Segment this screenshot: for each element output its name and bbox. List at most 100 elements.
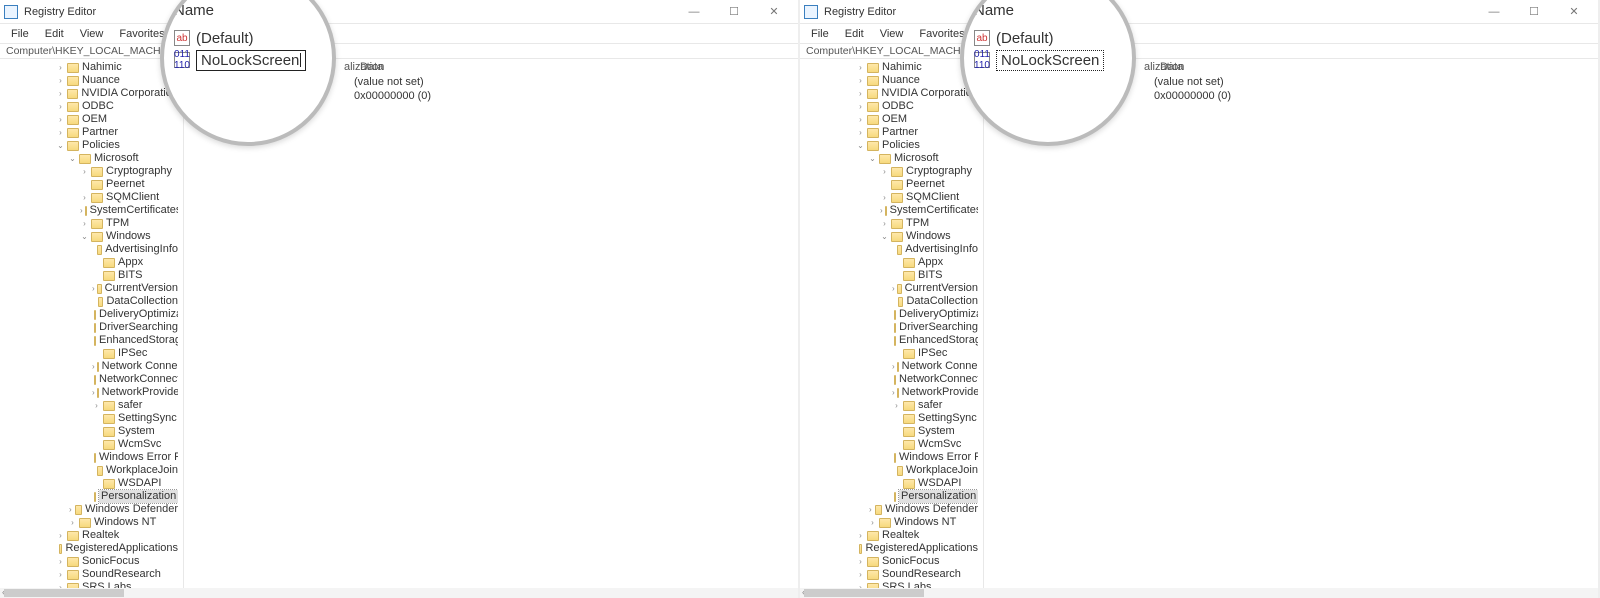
tree-node[interactable]: SettingSync <box>800 412 978 425</box>
registry-tree[interactable]: NahimicNuanceNVIDIA CorporationODBCOEMPa… <box>800 59 978 588</box>
tree-node[interactable]: Realtek <box>800 529 978 542</box>
minimize-button[interactable]: — <box>674 1 714 23</box>
tree-node[interactable]: WorkplaceJoin <box>0 464 178 477</box>
menu-edit[interactable]: Edit <box>38 27 71 41</box>
menu-file[interactable]: File <box>4 27 36 41</box>
tree-node[interactable]: Windows Error Repo <box>800 451 978 464</box>
chevron-right-icon[interactable] <box>880 206 883 215</box>
chevron-right-icon[interactable] <box>856 76 865 85</box>
chevron-right-icon[interactable] <box>856 102 865 111</box>
chevron-right-icon[interactable] <box>856 531 865 540</box>
tree-node[interactable]: OEM <box>800 113 978 126</box>
chevron-right-icon[interactable] <box>880 193 889 202</box>
tree-node[interactable]: Windows <box>800 230 978 243</box>
chevron-down-icon[interactable] <box>68 154 77 163</box>
tree-node[interactable]: SonicFocus <box>0 555 178 568</box>
tree-node[interactable]: Peernet <box>800 178 978 191</box>
chevron-right-icon[interactable] <box>92 284 95 293</box>
tree-node[interactable]: Policies <box>800 139 978 152</box>
path-bar[interactable]: Computer\HKEY_LOCAL_MACHINE\SOFTW <box>0 43 798 59</box>
tree-node[interactable]: SystemCertificates <box>0 204 178 217</box>
chevron-right-icon[interactable] <box>856 89 865 98</box>
tree-node[interactable]: Microsoft <box>800 152 978 165</box>
tree-node[interactable]: Partner <box>0 126 178 139</box>
tree-node[interactable]: Partner <box>800 126 978 139</box>
tree-node[interactable]: NVIDIA Corporation <box>800 87 978 100</box>
tree-node[interactable]: Cryptography <box>0 165 178 178</box>
tree-node[interactable]: NetworkConnectivit <box>800 373 978 386</box>
tree-node[interactable]: safer <box>0 399 178 412</box>
tree-node[interactable]: Windows NT <box>800 516 978 529</box>
tree-node[interactable]: SoundResearch <box>800 568 978 581</box>
chevron-right-icon[interactable] <box>92 362 95 371</box>
chevron-right-icon[interactable] <box>56 570 65 579</box>
tree-node[interactable]: IPSec <box>800 347 978 360</box>
tree-node[interactable]: SQMClient <box>0 191 178 204</box>
tree-node[interactable]: System <box>800 425 978 438</box>
chevron-right-icon[interactable] <box>68 518 77 527</box>
tree-node[interactable]: Nahimic <box>800 61 978 74</box>
tree-node[interactable]: Nahimic <box>0 61 178 74</box>
chevron-right-icon[interactable] <box>92 401 101 410</box>
menu-view[interactable]: View <box>873 27 911 41</box>
tree-node[interactable]: EnhancedStorageDe <box>0 334 178 347</box>
tree-node[interactable]: DriverSearching <box>0 321 178 334</box>
tree-node[interactable]: Windows Error Repo <box>0 451 178 464</box>
tree-node[interactable]: ODBC <box>800 100 978 113</box>
chevron-right-icon[interactable] <box>856 115 865 124</box>
tree-node[interactable]: Windows <box>0 230 178 243</box>
chevron-right-icon[interactable] <box>892 284 895 293</box>
tree-node[interactable]: SQMClient <box>800 191 978 204</box>
tree-node[interactable]: AdvertisingInfo <box>0 243 178 256</box>
tree-node[interactable]: WSDAPI <box>0 477 178 490</box>
chevron-right-icon[interactable] <box>56 531 65 540</box>
tree-node[interactable]: DeliveryOptimizatio <box>0 308 178 321</box>
mag-row-nolockscreen[interactable]: 011110 NoLockScreen <box>174 49 322 71</box>
tree-node[interactable]: Appx <box>0 256 178 269</box>
tree-node[interactable]: Peernet <box>0 178 178 191</box>
tree-node[interactable]: CurrentVersion <box>800 282 978 295</box>
tree-node[interactable]: DeliveryOptimizatio <box>800 308 978 321</box>
maximize-button[interactable]: ☐ <box>714 1 754 23</box>
menu-file[interactable]: File <box>804 27 836 41</box>
tree-node[interactable]: WSDAPI <box>800 477 978 490</box>
chevron-right-icon[interactable] <box>892 362 895 371</box>
tree-node[interactable]: NetworkConnectivit <box>0 373 178 386</box>
chevron-right-icon[interactable] <box>56 76 65 85</box>
tree-node[interactable]: WcmSvc <box>0 438 178 451</box>
chevron-right-icon[interactable] <box>56 115 65 124</box>
tree-node[interactable]: SoundResearch <box>0 568 178 581</box>
tree-node[interactable]: NVIDIA Corporation <box>0 87 178 100</box>
tree-node[interactable]: Realtek <box>0 529 178 542</box>
chevron-right-icon[interactable] <box>856 63 865 72</box>
chevron-down-icon[interactable] <box>80 232 89 241</box>
close-button[interactable]: ✕ <box>754 1 794 23</box>
tree-node[interactable]: RegisteredApplications <box>0 542 178 555</box>
tree-node[interactable]: Windows NT <box>0 516 178 529</box>
chevron-down-icon[interactable] <box>856 141 865 150</box>
tree-node[interactable]: Network Connectio <box>800 360 978 373</box>
tree-node[interactable]: TPM <box>800 217 978 230</box>
tree-node[interactable]: ODBC <box>0 100 178 113</box>
mag-row-default[interactable]: ab (Default) <box>174 27 322 49</box>
tree-node[interactable]: CurrentVersion <box>0 282 178 295</box>
tree-node[interactable]: AdvertisingInfo <box>800 243 978 256</box>
chevron-down-icon[interactable] <box>868 154 877 163</box>
tree-node[interactable]: IPSec <box>0 347 178 360</box>
chevron-right-icon[interactable] <box>856 557 865 566</box>
mag-row-default[interactable]: ab (Default) <box>974 27 1122 49</box>
chevron-right-icon[interactable] <box>80 167 89 176</box>
chevron-right-icon[interactable] <box>880 167 889 176</box>
chevron-down-icon[interactable] <box>880 232 889 241</box>
tree-node[interactable]: SonicFocus <box>800 555 978 568</box>
tree-node[interactable]: Appx <box>800 256 978 269</box>
chevron-right-icon[interactable] <box>56 102 65 111</box>
tree-node[interactable]: Personalization <box>0 490 178 503</box>
tree-node[interactable]: safer <box>800 399 978 412</box>
tree-node[interactable]: SRS Labs <box>800 581 978 588</box>
menu-edit[interactable]: Edit <box>838 27 871 41</box>
tree-node[interactable]: TPM <box>0 217 178 230</box>
tree-node[interactable]: Policies <box>0 139 178 152</box>
tree-node[interactable]: Windows Defender <box>0 503 178 516</box>
chevron-right-icon[interactable] <box>56 63 65 72</box>
